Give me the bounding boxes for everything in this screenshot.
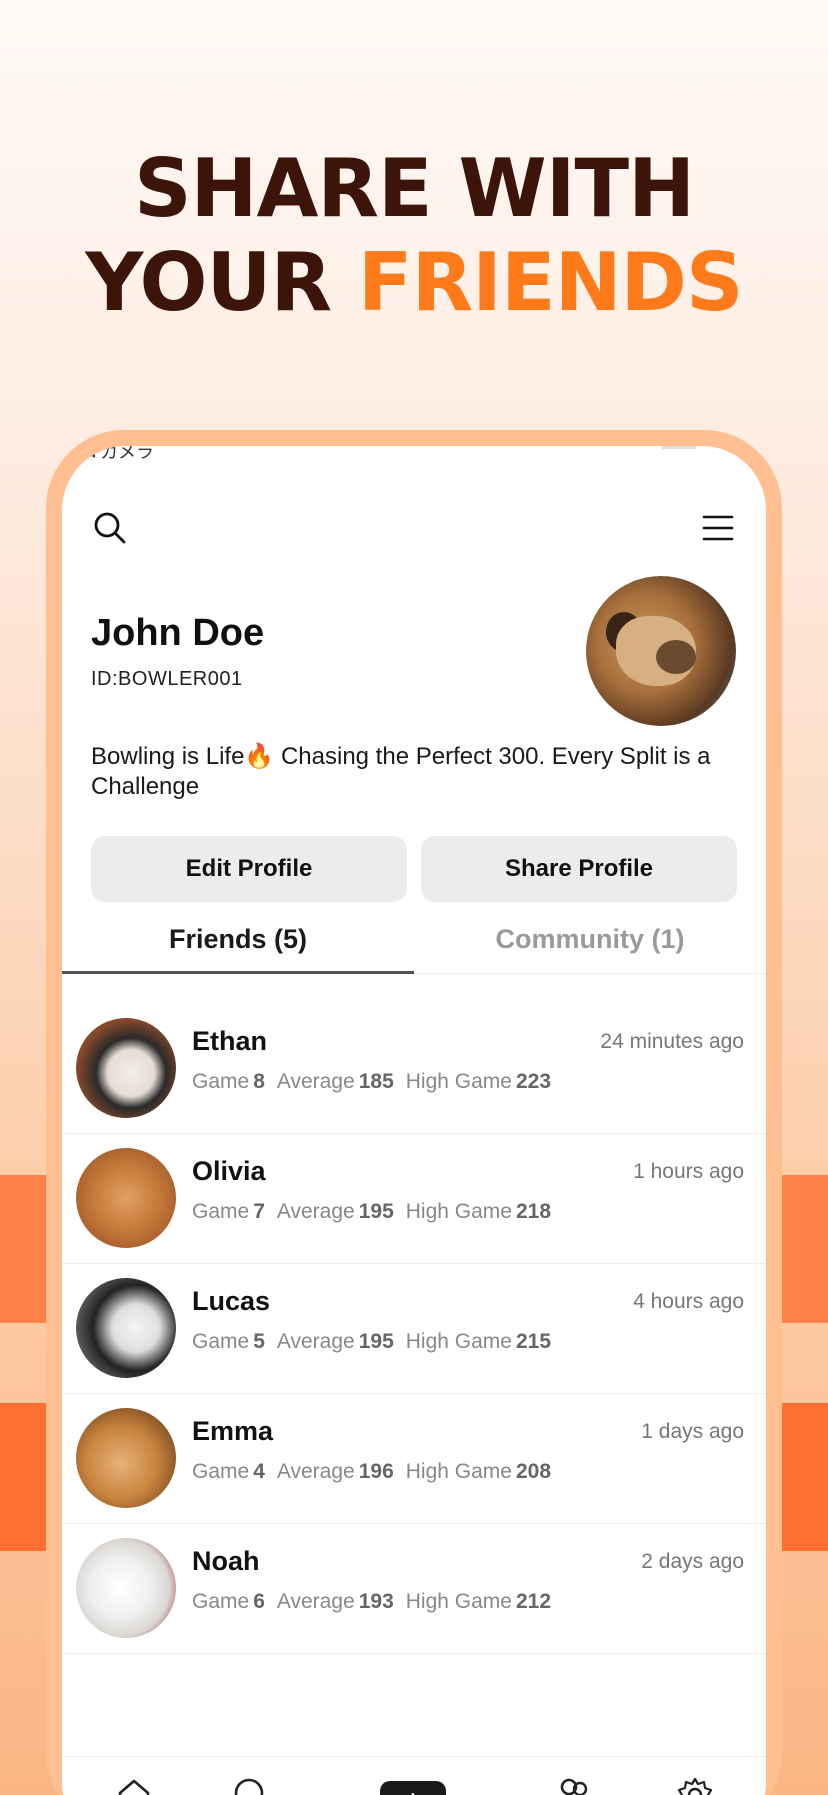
friends-icon (560, 1778, 588, 1795)
stat-label-high-game: High Game (405, 1460, 512, 1483)
friend-avatar[interactable] (76, 1148, 176, 1248)
profile-tabs: Friends (5) Community (1) (62, 916, 766, 974)
headline-line-2: YOUR FRIENDS (0, 236, 828, 330)
search-icon (234, 1778, 264, 1795)
stat-high-game: 212 (515, 1590, 552, 1613)
friend-row[interactable]: Noah 2 days ago Game 6 Average 193 High Game… (62, 1524, 766, 1654)
friend-name: Olivia (192, 1156, 266, 1186)
friend-last-active: 1 hours ago (633, 1160, 744, 1183)
stat-game: 5 (253, 1330, 265, 1353)
friend-row[interactable]: Olivia 1 hours ago Game 7 Average 195 High G… (62, 1134, 766, 1264)
phone-screen: ◂ カメラ John Doe ID:BOWLER001 Bowling is L… (62, 446, 766, 1795)
friend-avatar[interactable] (76, 1538, 176, 1638)
stat-game: 8 (253, 1070, 265, 1093)
profile-bio: Bowling is Life🔥 Chasing the Perfect 300… (91, 743, 711, 800)
gear-icon (677, 1777, 713, 1795)
tab-friends[interactable]: Friends (5) (62, 916, 414, 974)
search-icon (94, 512, 126, 544)
stat-label-high-game: High Game (405, 1200, 512, 1223)
stat-label-high-game: High Game (405, 1070, 512, 1093)
stat-average: 195 (358, 1330, 394, 1353)
headline-accent: FRIENDS (357, 236, 744, 329)
friend-stats: Game 8 Average 185 High Game 223 (192, 1070, 563, 1094)
status-back-link[interactable]: ◂ カメラ (86, 446, 154, 464)
profile-avatar[interactable] (586, 576, 736, 726)
profile-name: John Doe (91, 612, 265, 654)
bottom-navigation: + (62, 1756, 766, 1795)
friend-stats: Game 5 Average 195 High Game 215 (192, 1330, 563, 1354)
friend-last-active: 24 minutes ago (600, 1030, 744, 1053)
friend-stats: Game 4 Average 196 High Game 208 (192, 1460, 563, 1484)
stat-game: 7 (253, 1200, 265, 1223)
stat-game: 4 (253, 1460, 265, 1483)
stat-average: 195 (358, 1200, 394, 1223)
stat-label-high-game: High Game (405, 1590, 512, 1613)
stat-high-game: 215 (515, 1330, 552, 1353)
nav-friends[interactable] (552, 1775, 596, 1795)
friend-row[interactable]: Emma 1 days ago Game 4 Average 196 High Game… (62, 1394, 766, 1524)
stat-label-game: Game (192, 1460, 250, 1483)
stat-label-high-game: High Game (405, 1330, 512, 1353)
stat-high-game: 208 (515, 1460, 552, 1483)
share-profile-button[interactable]: Share Profile (421, 836, 737, 902)
search-button[interactable] (88, 506, 132, 550)
menu-button[interactable] (696, 506, 740, 550)
edit-profile-button[interactable]: Edit Profile (91, 836, 407, 902)
headline-line-1: SHARE WITH (133, 142, 695, 235)
avatar-snout (656, 640, 696, 674)
profile-id: ID:BOWLER001 (91, 668, 243, 690)
friend-last-active: 1 days ago (641, 1420, 744, 1443)
nav-home[interactable] (112, 1775, 156, 1795)
friend-avatar[interactable] (76, 1408, 176, 1508)
friend-avatar[interactable] (76, 1278, 176, 1378)
friend-stats: Game 6 Average 193 High Game 212 (192, 1590, 563, 1614)
nav-settings[interactable] (673, 1775, 717, 1795)
stat-label-average: Average (276, 1460, 355, 1483)
stat-high-game: 218 (515, 1200, 552, 1223)
stat-label-average: Average (276, 1200, 355, 1223)
stat-average: 193 (358, 1590, 394, 1613)
headline-line-2-prefix: YOUR (85, 236, 358, 329)
tab-community[interactable]: Community (1) (414, 916, 766, 974)
stat-game: 6 (253, 1590, 265, 1613)
friend-avatar[interactable] (76, 1018, 176, 1118)
stat-label-game: Game (192, 1070, 250, 1093)
stat-high-game: 223 (515, 1070, 552, 1093)
stat-average: 185 (358, 1070, 394, 1093)
home-icon (118, 1779, 150, 1795)
friend-last-active: 4 hours ago (633, 1290, 744, 1313)
plus-icon: + (404, 1783, 423, 1795)
stat-label-game: Game (192, 1200, 250, 1223)
friend-name: Ethan (192, 1026, 268, 1056)
promo-headline: SHARE WITH YOUR FRIENDS (0, 142, 828, 330)
friends-list: Ethan 24 minutes ago Game 8 Average 185 High… (62, 1004, 766, 1654)
friend-name: Lucas (192, 1286, 271, 1316)
friend-row[interactable]: Lucas 4 hours ago Game 5 Average 195 High Ga… (62, 1264, 766, 1394)
stat-label-average: Average (276, 1070, 355, 1093)
friend-row[interactable]: Ethan 24 minutes ago Game 8 Average 185 High… (62, 1004, 766, 1134)
hamburger-menu-icon (702, 515, 734, 541)
nav-add[interactable]: + (380, 1781, 446, 1795)
friend-name: Emma (192, 1416, 274, 1446)
stat-label-average: Average (276, 1330, 355, 1353)
stat-label-average: Average (276, 1590, 355, 1613)
status-indicator (662, 446, 696, 449)
stat-label-game: Game (192, 1590, 250, 1613)
friend-stats: Game 7 Average 195 High Game 218 (192, 1200, 563, 1224)
friend-name: Noah (192, 1546, 260, 1576)
stat-average: 196 (358, 1460, 394, 1483)
friend-last-active: 2 days ago (641, 1550, 744, 1573)
stat-label-game: Game (192, 1330, 250, 1353)
nav-search[interactable] (229, 1775, 273, 1795)
